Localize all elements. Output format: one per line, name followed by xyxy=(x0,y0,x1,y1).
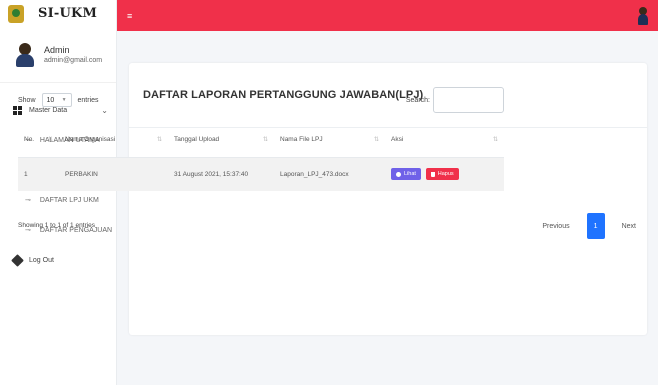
topbar: ≡ xyxy=(117,0,658,31)
emblem-logo-icon xyxy=(8,4,24,23)
column-header-file[interactable]: Nama File LPJ ⇅ xyxy=(274,123,385,157)
lpj-table: No. ⇅ Nama Organisasi ⇅ Tanggal Upload ⇅ Na… xyxy=(18,123,504,191)
cell-aksi: Lihat Hapus xyxy=(385,156,504,191)
search-label: Search: xyxy=(405,96,430,104)
entries-select[interactable]: 10 ▼ xyxy=(41,93,72,107)
user-panel[interactable]: Admin admin@gmail.com xyxy=(0,27,116,83)
entries-value: 10 xyxy=(46,96,55,104)
user-avatar-icon xyxy=(16,42,34,67)
search-box: Search: xyxy=(406,87,504,113)
sidebar-item-daftar-pengajuan[interactable]: ⊸ DAFTAR PENGAJUAN xyxy=(0,215,116,245)
view-button[interactable]: Lihat xyxy=(391,168,421,181)
user-email: admin@gmail.com xyxy=(44,57,103,64)
sidebar-item-label: DAFTAR LPJ UKM xyxy=(39,196,99,204)
show-label: Show xyxy=(18,96,36,104)
table-info: Showing 1 to 1 of 1 entries xyxy=(18,222,95,229)
cell-organisasi: PERBAKIN xyxy=(59,156,168,191)
view-label: Lihat xyxy=(404,171,416,178)
column-header-tanggal[interactable]: Tanggal Upload ⇅ xyxy=(168,123,274,157)
sort-icon: ⇅ xyxy=(492,137,498,144)
table-controls: Show 10 ▼ entries Search: xyxy=(18,87,504,113)
entries-label: entries xyxy=(77,96,99,104)
next-button[interactable]: Next xyxy=(613,213,645,239)
sort-icon: ⇅ xyxy=(262,137,268,144)
dash-icon: ⊸ xyxy=(25,197,31,204)
caret-down-icon: ▼ xyxy=(61,97,67,103)
sidebar-item-label: Log Out xyxy=(29,256,54,264)
brand[interactable]: SI-UKM xyxy=(0,0,116,27)
delete-button[interactable]: Hapus xyxy=(425,168,459,181)
trash-icon xyxy=(430,171,435,177)
cell-no: 1 xyxy=(18,156,59,191)
cell-tanggal: 31 August 2021, 15:37:40 xyxy=(168,156,274,191)
pagination: Previous 1 Next xyxy=(533,213,645,239)
entries-length: Show 10 ▼ entries xyxy=(18,93,99,107)
column-header-no[interactable]: No. ⇅ xyxy=(18,123,59,157)
delete-label: Hapus xyxy=(437,171,454,178)
cell-file: Laporan_LPJ_473.docx xyxy=(274,156,385,191)
sort-icon: ⇅ xyxy=(156,137,162,144)
menu-toggle-icon[interactable]: ≡ xyxy=(127,11,137,21)
logout-icon xyxy=(11,253,24,267)
table-header-row: No. ⇅ Nama Organisasi ⇅ Tanggal Upload ⇅ Na… xyxy=(18,123,504,157)
search-input[interactable] xyxy=(433,87,504,113)
brand-title: SI-UKM xyxy=(38,6,98,21)
eye-icon xyxy=(396,171,401,177)
previous-button[interactable]: Previous xyxy=(533,213,578,239)
column-header-aksi[interactable]: Aksi ⇅ xyxy=(385,123,504,157)
topbar-user-avatar-icon[interactable] xyxy=(638,6,648,25)
sort-icon: ⇅ xyxy=(47,137,53,144)
user-name: Admin xyxy=(44,45,70,55)
column-header-organisasi[interactable]: Nama Organisasi ⇅ xyxy=(59,123,168,157)
table-row: 1 PERBAKIN 31 August 2021, 15:37:40 Lapo… xyxy=(18,156,504,191)
sort-icon: ⇅ xyxy=(373,137,379,144)
sidebar-item-logout[interactable]: Log Out xyxy=(0,245,116,275)
sidebar: SI-UKM Admin admin@gmail.com Master Data… xyxy=(0,0,117,385)
page-1-button[interactable]: 1 xyxy=(586,213,605,239)
